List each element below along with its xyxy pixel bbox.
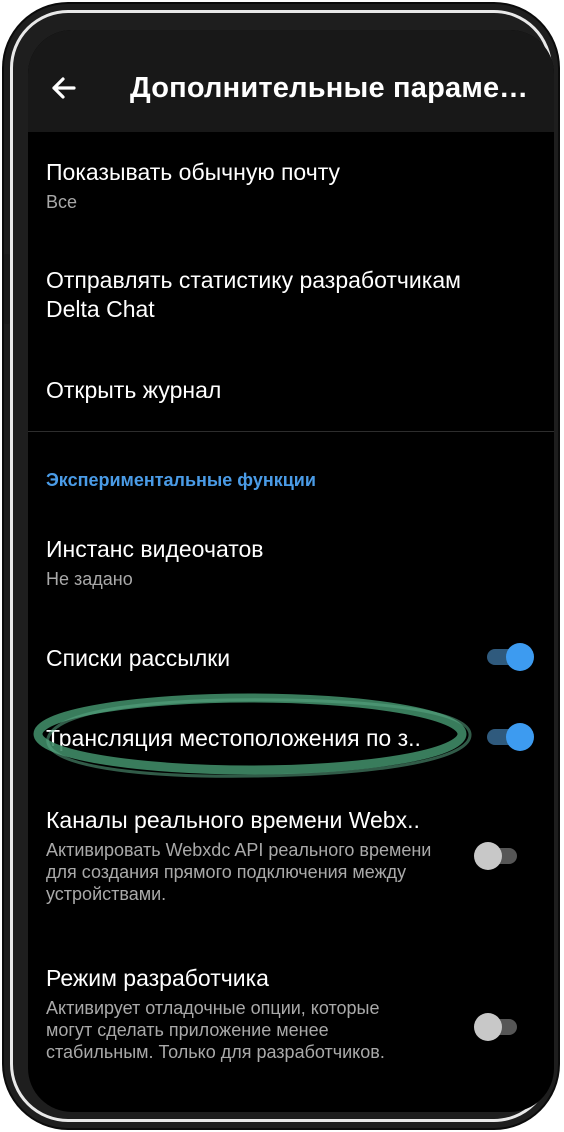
pref-title: Режим разработчика (46, 965, 269, 991)
pref-summary: Все (46, 192, 78, 212)
webxdc-realtime-toggle[interactable] (474, 841, 524, 871)
pref-mailing-lists[interactable]: Списки рассылки (46, 644, 466, 673)
pref-summary: Не задано (46, 569, 133, 589)
pref-show-classic-mail[interactable]: Показывать обычную почту Все (46, 158, 536, 213)
pref-summary: Активирует отладочные опции, которые мог… (46, 998, 385, 1062)
pref-summary: Активировать Webxdc API реального времен… (46, 840, 432, 904)
pref-title: Каналы реального времени Webx.. (46, 807, 420, 833)
toggle-thumb (506, 643, 534, 671)
toggle-thumb (474, 842, 502, 870)
pref-developer-mode[interactable]: Режим разработчика Активирует отладочные… (46, 964, 466, 1063)
pref-title: Показывать обычную почту (46, 159, 340, 185)
pref-open-log[interactable]: Открыть журнал (46, 376, 536, 405)
screen: Дополнительные парамет… Показывать обычн… (28, 30, 554, 1112)
pref-title: Открыть журнал (46, 377, 222, 403)
toggle-thumb (474, 1013, 502, 1041)
mailing-lists-toggle[interactable] (484, 642, 534, 672)
toggle-thumb (506, 723, 534, 751)
back-button[interactable] (44, 68, 84, 108)
pref-title: Списки рассылки (46, 645, 231, 671)
pref-location-streaming[interactable]: Трансляция местоположения по з.. (46, 724, 456, 753)
pref-title: Инстанс видеочатов (46, 536, 264, 562)
pref-webxdc-realtime[interactable]: Каналы реального времени Webx.. Активиро… (46, 806, 466, 905)
developer-mode-toggle[interactable] (474, 1012, 524, 1042)
page-title: Дополнительные парамет… (130, 72, 530, 104)
pref-send-stats[interactable]: Отправлять статистику разработчикам Delt… (46, 266, 516, 324)
app-bar: Дополнительные парамет… (28, 30, 554, 132)
pref-title: Отправлять статистику разработчикам Delt… (46, 267, 461, 322)
volume-button (4, 254, 10, 324)
arrow-left-icon (52, 77, 76, 99)
pref-video-chat-instance[interactable]: Инстанс видеочатов Не задано (46, 535, 536, 590)
section-header-experimental: Экспериментальные функции (46, 470, 316, 490)
location-streaming-toggle[interactable] (484, 722, 534, 752)
divider (28, 431, 554, 432)
pref-title: Трансляция местоположения по з.. (46, 725, 421, 751)
phone-frame: Дополнительные парамет… Показывать обычн… (4, 4, 558, 1128)
